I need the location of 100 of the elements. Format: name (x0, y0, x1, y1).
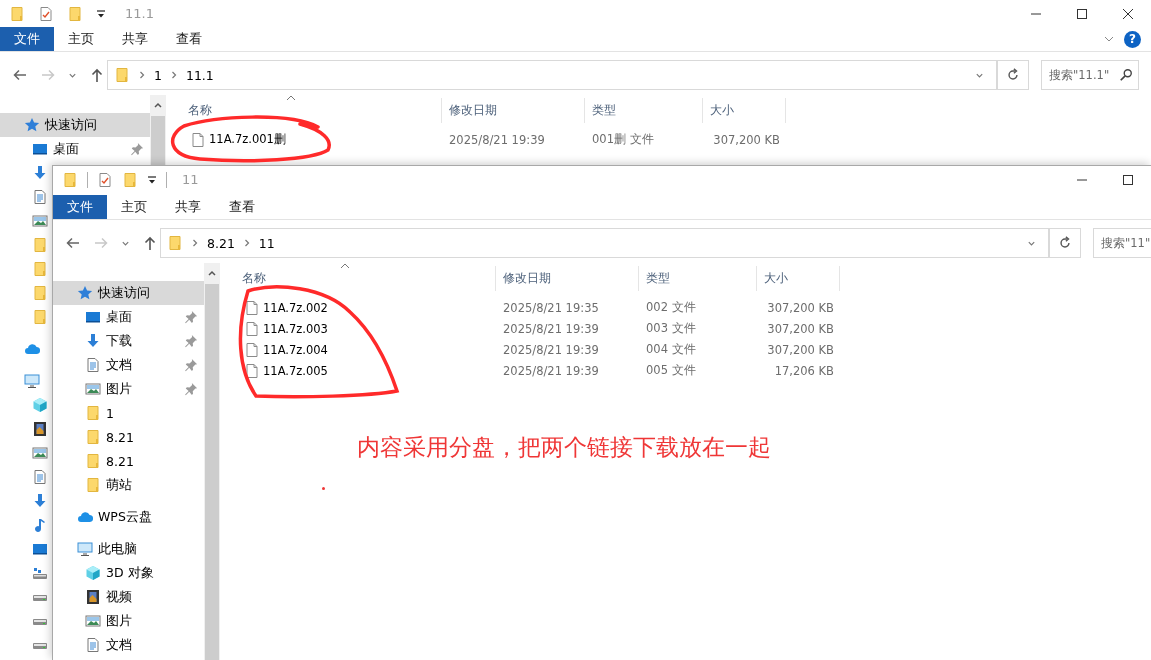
search-field[interactable]: 搜索"11.1" (1041, 60, 1139, 90)
star-icon (24, 117, 40, 133)
ribbon-tab[interactable]: 文件 (53, 195, 107, 219)
up-arrow-icon[interactable] (89, 67, 105, 83)
column-header[interactable]: 类型 (585, 98, 703, 123)
chevron-right-icon (191, 238, 199, 248)
modified-date: 2025/8/21 19:39 (449, 132, 545, 147)
address-bar[interactable]: 8.21 11 (160, 228, 1050, 258)
nav-item[interactable]: 3D 对象 (53, 561, 204, 585)
up-arrow-icon[interactable] (142, 235, 158, 251)
monitor-icon (32, 541, 48, 557)
column-header[interactable]: 类型 (639, 266, 757, 291)
file-size: 17,206 KB (774, 363, 834, 378)
address-bar[interactable]: 1 11.1 (107, 60, 998, 90)
computer-icon (24, 373, 40, 389)
nav-item[interactable]: 萌站 (53, 473, 204, 497)
breadcrumb-item[interactable]: 1 (154, 67, 162, 83)
computer-icon (77, 541, 93, 557)
folder-icon (9, 5, 25, 22)
chevron-right-icon (138, 70, 146, 80)
nav-item[interactable]: 图片 (53, 377, 204, 401)
file-name[interactable]: 11A.7z.001删 (209, 132, 286, 147)
nav-item[interactable]: 桌面 (0, 137, 150, 161)
pin-icon (184, 382, 198, 396)
nav-item[interactable]: 快速访问 (53, 281, 204, 305)
search-icon[interactable] (1119, 68, 1133, 82)
nav-item[interactable]: 下载 (53, 329, 204, 353)
image-icon (32, 445, 48, 461)
annotation-dot (322, 487, 325, 490)
column-header[interactable]: 大小 (757, 266, 840, 291)
column-header[interactable]: 名称 (220, 266, 496, 291)
folder-icon (32, 237, 48, 253)
search-field[interactable]: 搜索"11" (1093, 228, 1151, 258)
document-icon (85, 357, 101, 373)
music-note-icon (32, 517, 48, 533)
caret-up-icon[interactable] (208, 269, 216, 276)
ribbon-tab[interactable]: 共享 (108, 27, 162, 51)
column-header[interactable]: 名称 (166, 98, 442, 123)
nav-item[interactable]: 桌面 (53, 305, 204, 329)
file-name[interactable]: 11A.7z.002 (263, 300, 328, 315)
folder-icon (85, 429, 101, 445)
help-button[interactable]: ? (1124, 30, 1141, 48)
file-size: 307,200 KB (767, 342, 834, 357)
column-header[interactable]: 修改日期 (442, 98, 585, 123)
nav-item[interactable]: 1 (53, 401, 204, 425)
sort-caret-icon (340, 263, 350, 269)
folder-icon (85, 477, 101, 493)
ribbon-tab[interactable]: 共享 (161, 195, 215, 219)
ribbon-tab[interactable]: 文件 (0, 27, 54, 51)
nav-item[interactable]: 图片 (53, 609, 204, 633)
chevron-down-icon[interactable] (1104, 34, 1114, 44)
scrollbar-thumb[interactable] (205, 284, 219, 660)
breadcrumb-item[interactable]: 11.1 (185, 67, 214, 83)
window-title: 11.1 (125, 6, 154, 21)
file-icon (244, 320, 260, 337)
nav-item[interactable]: 此电脑 (53, 537, 204, 561)
file-type: 003 文件 (646, 321, 696, 335)
image-icon (32, 213, 48, 229)
nav-item[interactable]: WPS云盘 (53, 505, 204, 529)
back-arrow-icon[interactable] (65, 235, 81, 251)
file-name[interactable]: 11A.7z.004 (263, 342, 328, 357)
nav-item[interactable]: 8.21 (53, 425, 204, 449)
folder-icon (67, 5, 83, 22)
file-icon (244, 362, 260, 379)
file-name[interactable]: 11A.7z.005 (263, 363, 328, 378)
star-icon (77, 285, 93, 301)
scrollbar-thumb[interactable] (151, 116, 165, 165)
folder-icon (32, 285, 48, 301)
document-icon (32, 189, 48, 205)
dropdown-icon[interactable] (96, 8, 106, 19)
sort-caret-icon (286, 95, 296, 101)
nav-item[interactable]: 文档 (53, 633, 204, 657)
ribbon-tab[interactable]: 查看 (162, 27, 216, 51)
ribbon-tab[interactable]: 主页 (54, 27, 108, 51)
refresh-button[interactable] (998, 60, 1029, 90)
ribbon-tab[interactable]: 查看 (215, 195, 269, 219)
refresh-icon (1058, 236, 1072, 250)
scrollbar[interactable] (204, 263, 220, 660)
breadcrumb-item[interactable]: 8.21 (207, 235, 235, 251)
pin-icon (130, 142, 144, 156)
column-header[interactable]: 大小 (703, 98, 786, 123)
cloud-icon (77, 509, 93, 525)
nav-item[interactable]: 视频 (53, 585, 204, 609)
nav-item[interactable]: 文档 (53, 353, 204, 377)
caret-up-icon[interactable] (154, 101, 162, 108)
annotation-text: 内容采用分盘，把两个链接下载放在一起 (357, 433, 771, 462)
down-arrow-icon (32, 165, 48, 181)
refresh-button[interactable] (1050, 228, 1081, 258)
ribbon-tab[interactable]: 主页 (107, 195, 161, 219)
folder-icon (85, 453, 101, 469)
nav-item[interactable]: 快速访问 (0, 113, 150, 137)
down-arrow-icon (32, 493, 48, 509)
back-arrow-icon[interactable] (12, 67, 28, 83)
file-name[interactable]: 11A.7z.003 (263, 321, 328, 336)
nav-item[interactable]: 8.21 (53, 449, 204, 473)
breadcrumb-item[interactable]: 11 (258, 235, 275, 251)
column-header[interactable]: 修改日期 (496, 266, 639, 291)
scrollbar[interactable] (150, 95, 166, 165)
dropdown-icon[interactable] (147, 174, 157, 185)
modified-date: 2025/8/21 19:39 (503, 321, 599, 336)
